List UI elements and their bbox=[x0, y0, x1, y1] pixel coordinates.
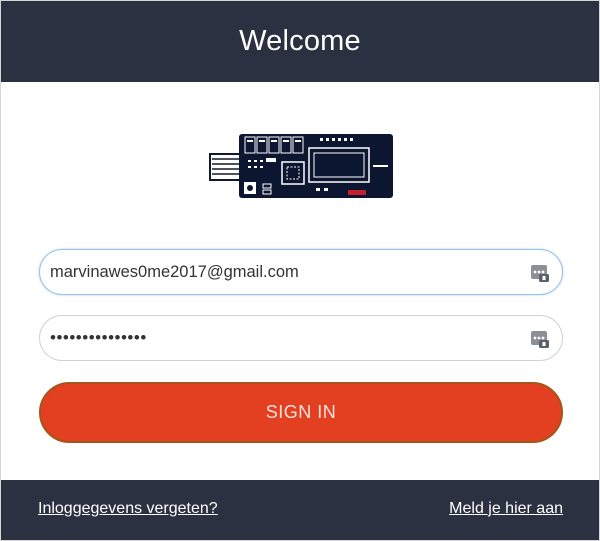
password-manager-icon[interactable] bbox=[530, 329, 550, 349]
email-field[interactable] bbox=[39, 249, 563, 295]
forgot-credentials-link[interactable]: Inloggegevens vergeten? bbox=[38, 500, 218, 518]
register-link[interactable]: Meld je hier aan bbox=[449, 500, 563, 518]
usb-key-logo bbox=[209, 134, 393, 198]
password-input[interactable] bbox=[50, 316, 520, 360]
password-manager-icon[interactable] bbox=[530, 263, 550, 283]
email-input[interactable] bbox=[50, 250, 520, 294]
header-bar: Welcome bbox=[1, 1, 599, 82]
login-window: Welcome marvinawes0me2017@gmail.com ••••… bbox=[0, 0, 600, 541]
page-title: Welcome bbox=[239, 25, 361, 57]
footer-bar: Inloggegevens vergeten? Meld je hier aan bbox=[1, 480, 599, 540]
password-field[interactable] bbox=[39, 315, 563, 361]
sign-in-button[interactable]: SIGN IN bbox=[39, 382, 563, 443]
